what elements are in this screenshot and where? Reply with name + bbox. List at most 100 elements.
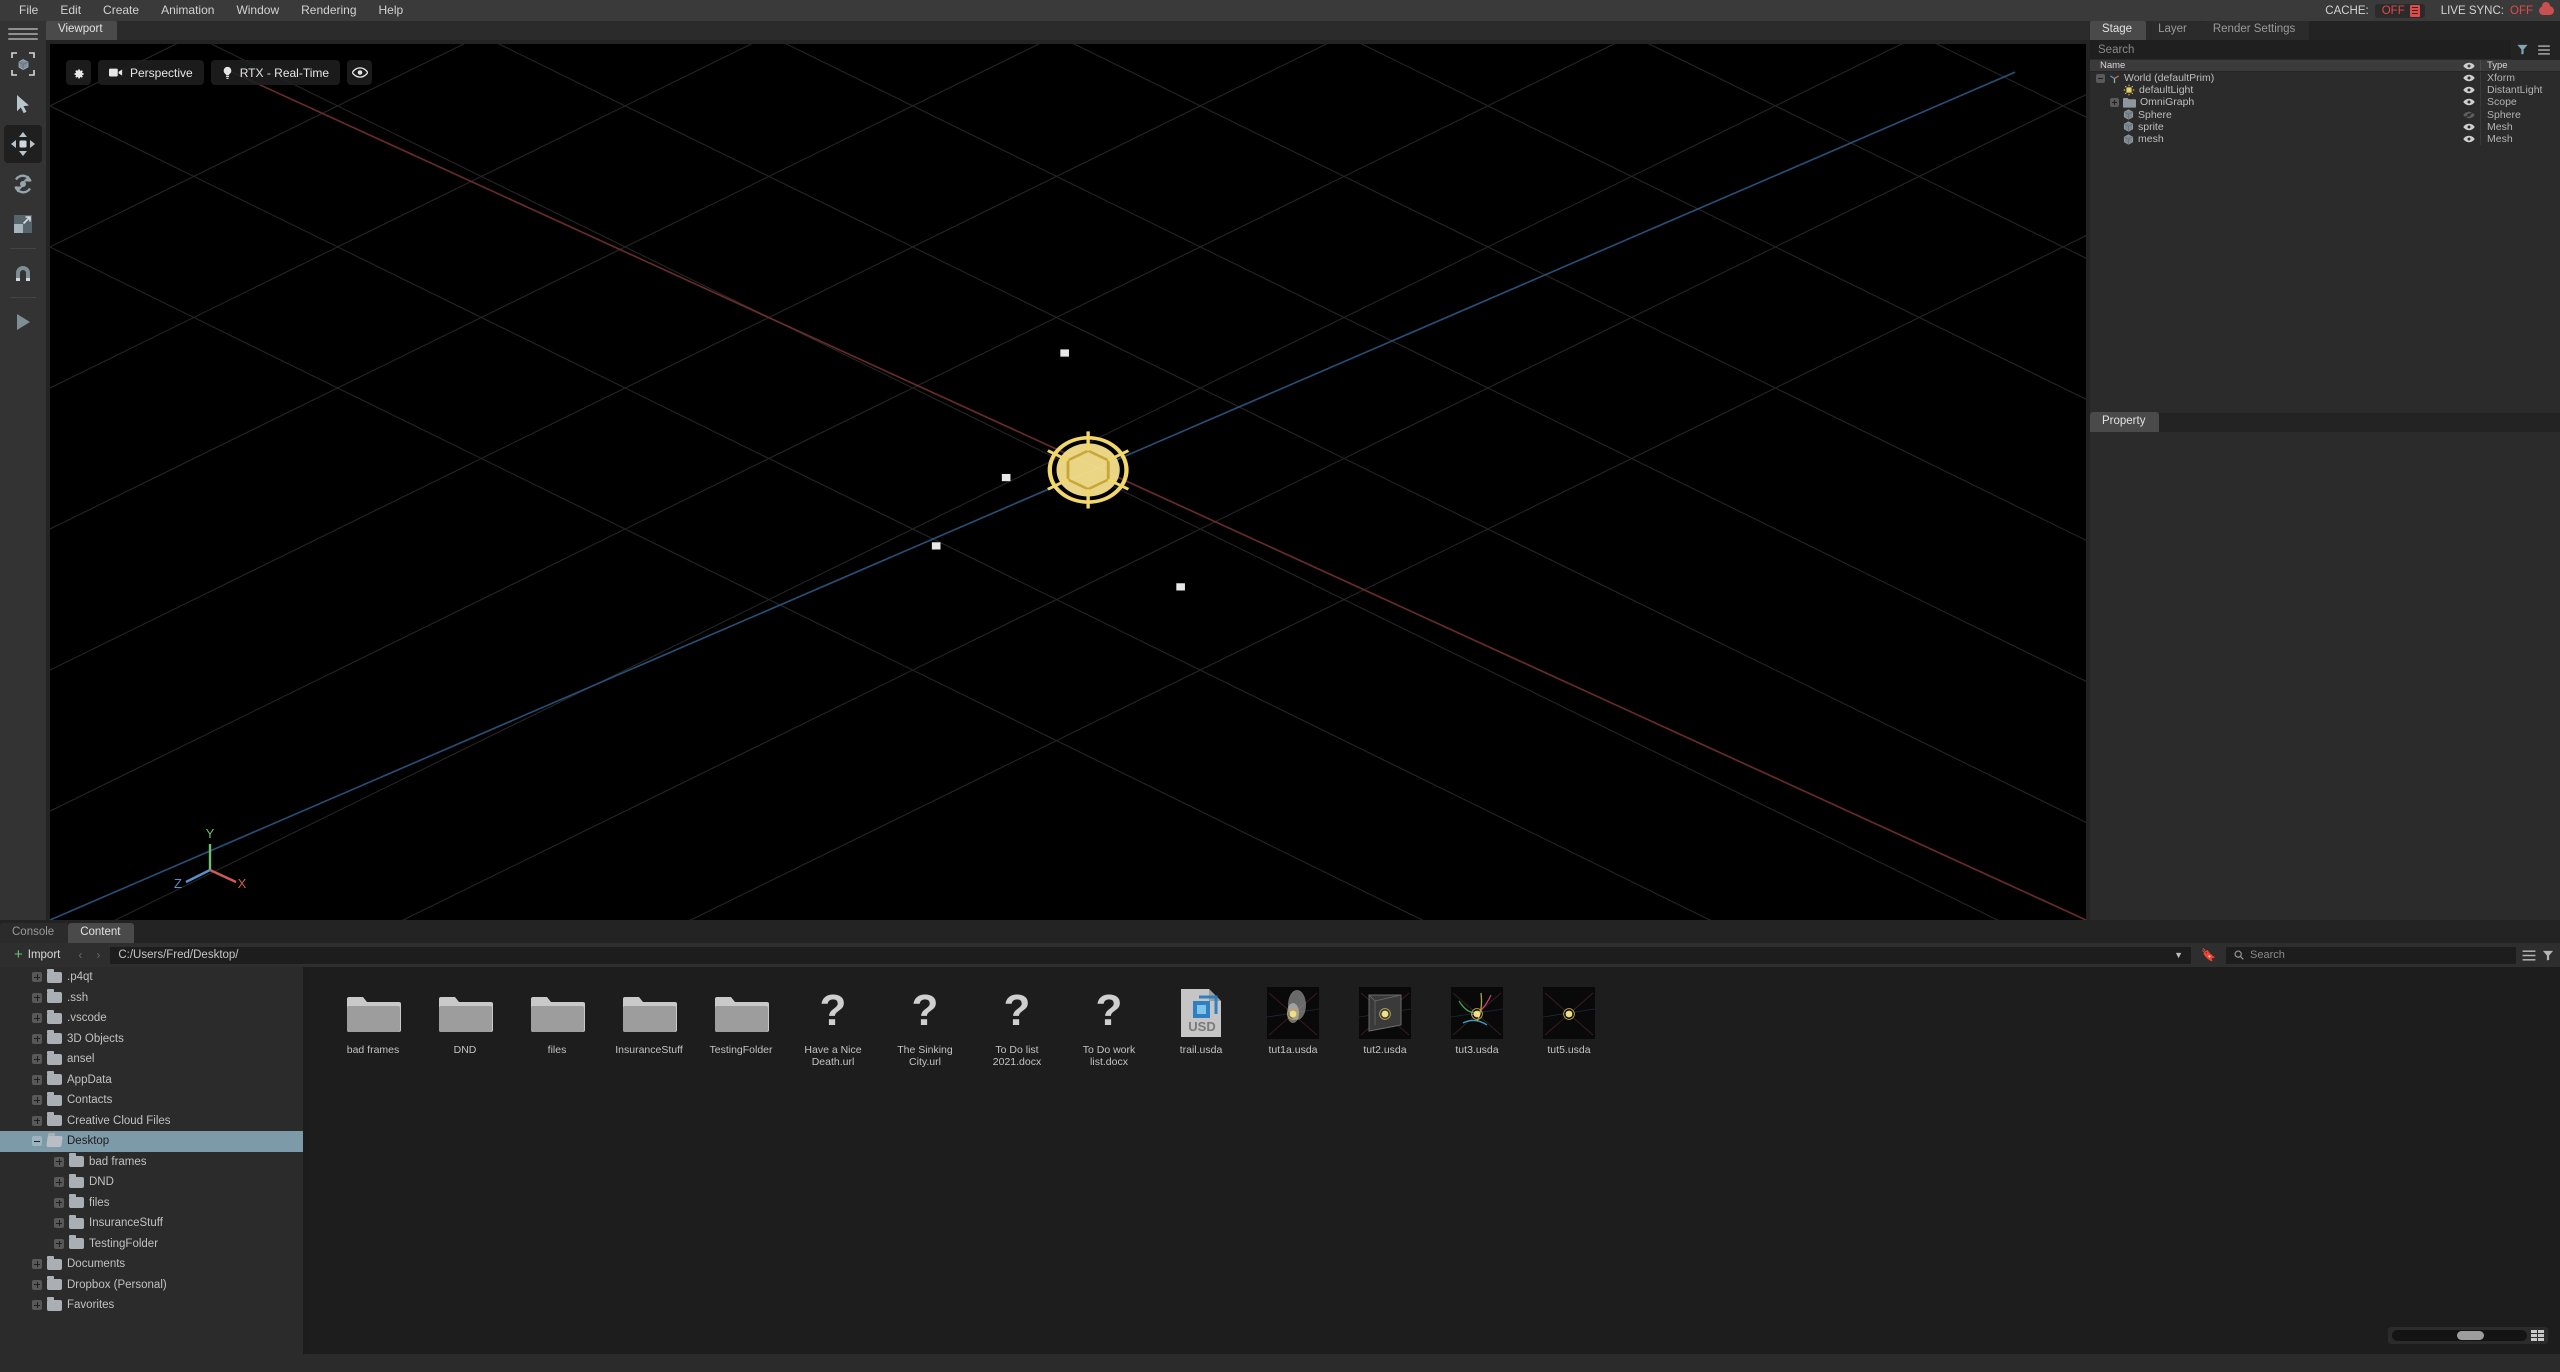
stage-row-visibility-toggle[interactable] xyxy=(2458,86,2480,94)
file-item[interactable]: tut1a.usda xyxy=(1247,985,1339,1068)
selection-box-icon[interactable] xyxy=(4,45,42,83)
stage-tree-row[interactable]: sprite Mesh xyxy=(2090,120,2560,133)
move-arrows-icon[interactable] xyxy=(4,125,42,163)
eye-icon[interactable] xyxy=(2463,135,2475,143)
folder-expander[interactable] xyxy=(32,1033,42,1044)
play-icon[interactable] xyxy=(4,303,42,341)
folder-tree-row[interactable]: AppData xyxy=(0,1070,303,1091)
options-menu-icon[interactable] xyxy=(2538,44,2550,55)
stage-row-visibility-toggle[interactable] xyxy=(2458,123,2480,131)
thumbnail-zoom-control[interactable] xyxy=(2388,1327,2548,1344)
path-bar[interactable]: C:/Users/Fred/Desktop/ ▼ xyxy=(110,946,2192,964)
column-header-type[interactable]: Type xyxy=(2480,60,2560,71)
folder-tree[interactable]: .p4qt .ssh .vscode 3D Objects ansel AppData Co… xyxy=(0,967,305,1354)
folder-tree-row[interactable]: Documents xyxy=(0,1254,303,1275)
renderer-selector-button[interactable]: RTX - Real-Time xyxy=(210,60,341,85)
eye-icon[interactable] xyxy=(2463,123,2475,131)
file-item[interactable]: tut2.usda xyxy=(1339,985,1431,1068)
import-button[interactable]: + Import xyxy=(6,946,68,964)
menu-window[interactable]: Window xyxy=(225,0,290,21)
chevron-down-icon[interactable]: ▼ xyxy=(2174,950,2183,960)
folder-expander[interactable] xyxy=(32,992,42,1003)
folder-expander[interactable] xyxy=(32,1074,42,1085)
folder-tree-row[interactable]: Dropbox (Personal) xyxy=(0,1275,303,1296)
eye-icon[interactable] xyxy=(2463,98,2475,106)
camera-selector-button[interactable]: Perspective xyxy=(98,60,204,85)
stage-tree-row[interactable]: defaultLight DistantLight xyxy=(2090,84,2560,97)
scale-icon[interactable] xyxy=(4,205,42,243)
folder-expander[interactable] xyxy=(32,1115,42,1126)
file-item[interactable]: ? To Do list 2021.docx xyxy=(971,985,1063,1068)
nav-forward-icon[interactable]: › xyxy=(92,948,104,962)
stage-tree-row[interactable]: mesh Mesh xyxy=(2090,133,2560,146)
file-item[interactable]: DND xyxy=(419,985,511,1068)
list-view-icon[interactable] xyxy=(2522,949,2536,961)
file-item[interactable]: tut5.usda xyxy=(1523,985,1615,1068)
filter-icon[interactable] xyxy=(2542,950,2554,961)
stage-search-input[interactable] xyxy=(2090,43,2511,56)
file-item[interactable]: files xyxy=(511,985,603,1068)
tab-render-settings[interactable]: Render Settings xyxy=(2200,20,2310,40)
folder-expander[interactable] xyxy=(54,1218,64,1229)
folder-tree-row[interactable]: .p4qt xyxy=(0,967,303,988)
viewport-settings-button[interactable] xyxy=(66,60,91,85)
nav-back-icon[interactable]: ‹ xyxy=(74,948,86,962)
live-sync-status[interactable]: LIVE SYNC: OFF xyxy=(2441,2,2554,17)
file-item[interactable]: bad frames xyxy=(327,985,419,1068)
cursor-arrow-icon[interactable] xyxy=(4,85,42,123)
eye-icon[interactable] xyxy=(2463,74,2475,82)
viewport-visibility-button[interactable] xyxy=(347,60,373,85)
file-item[interactable]: USD trail.usda xyxy=(1155,985,1247,1068)
folder-expander[interactable] xyxy=(32,1300,42,1311)
folder-tree-row[interactable]: .ssh xyxy=(0,988,303,1009)
tab-property[interactable]: Property xyxy=(2090,412,2160,432)
folder-expander[interactable] xyxy=(54,1238,64,1249)
eye-icon[interactable] xyxy=(2463,110,2475,119)
stage-tree-row[interactable]: OmniGraph Scope xyxy=(2090,96,2560,109)
menu-edit[interactable]: Edit xyxy=(49,0,92,21)
folder-expander[interactable] xyxy=(32,1013,42,1024)
menu-rendering[interactable]: Rendering xyxy=(290,0,367,21)
magnet-icon[interactable] xyxy=(4,254,42,292)
viewport-3d[interactable]: Perspective RTX - Real-Time Y Z X xyxy=(50,44,2086,920)
menu-help[interactable]: Help xyxy=(368,0,415,21)
tab-layer[interactable]: Layer xyxy=(2146,20,2201,40)
file-item[interactable]: ? Have a Nice Death.url xyxy=(787,985,879,1068)
file-item[interactable]: InsuranceStuff xyxy=(603,985,695,1068)
filter-icon[interactable] xyxy=(2517,44,2528,55)
folder-tree-row[interactable]: 3D Objects xyxy=(0,1029,303,1050)
grid-view-icon[interactable] xyxy=(2531,1330,2544,1341)
folder-expander[interactable] xyxy=(54,1197,64,1208)
rotate-icon[interactable] xyxy=(4,165,42,203)
folder-tree-row[interactable]: files xyxy=(0,1193,303,1214)
menu-animation[interactable]: Animation xyxy=(150,0,225,21)
tree-expander[interactable] xyxy=(2096,73,2105,83)
column-header-name[interactable]: Name xyxy=(2090,60,2458,71)
tree-expander[interactable] xyxy=(2110,97,2119,107)
folder-tree-row[interactable]: ansel xyxy=(0,1049,303,1070)
folder-expander[interactable] xyxy=(54,1156,64,1167)
folder-tree-row[interactable]: Favorites xyxy=(0,1295,303,1316)
zoom-slider[interactable] xyxy=(2392,1330,2527,1341)
folder-expander[interactable] xyxy=(32,1095,42,1106)
folder-tree-row[interactable]: InsuranceStuff xyxy=(0,1213,303,1234)
stage-row-visibility-toggle[interactable] xyxy=(2458,74,2480,82)
file-item[interactable]: tut3.usda xyxy=(1431,985,1523,1068)
folder-tree-row[interactable]: bad frames xyxy=(0,1152,303,1173)
folder-expander[interactable] xyxy=(32,972,42,983)
folder-expander[interactable] xyxy=(32,1136,42,1147)
folder-expander[interactable] xyxy=(54,1177,64,1188)
cache-chip[interactable]: OFF xyxy=(2374,3,2425,18)
folder-tree-row[interactable]: Desktop xyxy=(0,1131,303,1152)
tab-stage[interactable]: Stage xyxy=(2090,20,2147,40)
stage-row-visibility-toggle[interactable] xyxy=(2458,110,2480,119)
menu-file[interactable]: File xyxy=(8,0,49,21)
zoom-slider-handle[interactable] xyxy=(2456,1331,2484,1340)
cache-status[interactable]: CACHE: OFF xyxy=(2325,3,2425,18)
file-item[interactable]: ? The Sinking City.url xyxy=(879,985,971,1068)
folder-expander[interactable] xyxy=(32,1279,42,1290)
folder-tree-row[interactable]: DND xyxy=(0,1172,303,1193)
tab-content[interactable]: Content xyxy=(68,923,135,943)
stage-row-visibility-toggle[interactable] xyxy=(2458,98,2480,106)
hamburger-icon[interactable] xyxy=(8,25,38,43)
